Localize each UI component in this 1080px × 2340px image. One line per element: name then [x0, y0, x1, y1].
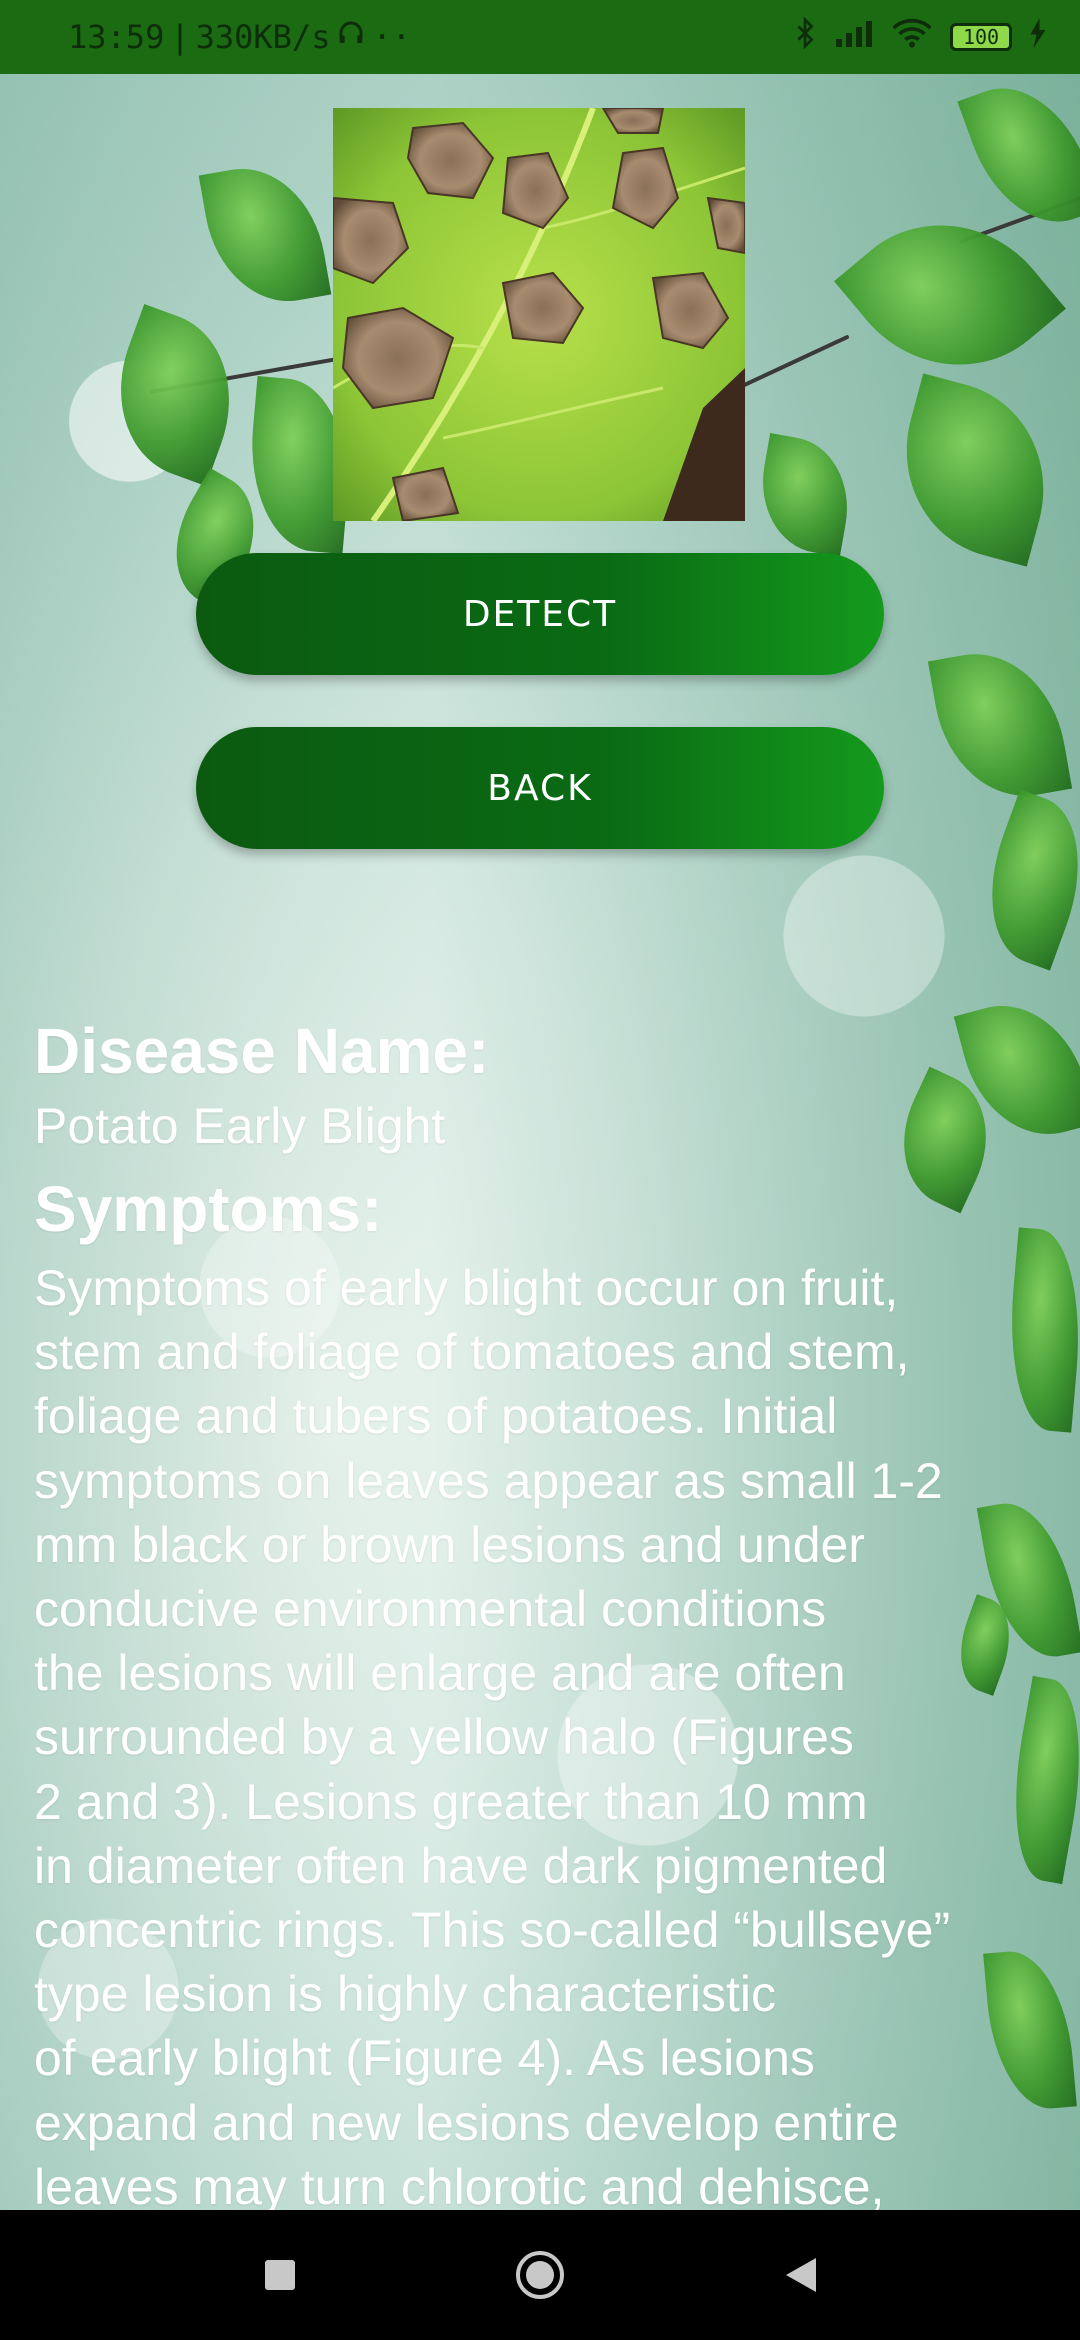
status-left: 13:59 | 330KB/s ··	[68, 18, 411, 56]
status-time: 13:59	[68, 18, 165, 56]
status-right: 100	[794, 16, 1046, 57]
symptoms-heading: Symptoms:	[34, 1173, 383, 1245]
recents-button[interactable]	[250, 2245, 310, 2305]
charging-icon	[1030, 18, 1046, 56]
bluetooth-icon	[794, 16, 816, 57]
triangle-back-icon	[786, 2258, 816, 2292]
detect-button[interactable]: DETECT	[196, 553, 884, 675]
signal-icon	[834, 18, 874, 56]
network-speed: 330KB/s	[195, 18, 331, 56]
symptoms-text: Symptoms of early blight occur on fruit,…	[34, 1260, 951, 2215]
result-panel: Disease Name: Potato Early Blight Sympto…	[34, 1010, 1044, 2219]
status-separator: |	[170, 18, 190, 56]
square-icon	[265, 2260, 295, 2290]
more-dots-icon: ··	[372, 18, 411, 56]
headphones-icon	[336, 18, 366, 56]
back-button[interactable]: BACK	[196, 727, 884, 849]
disease-name-value: Potato Early Blight	[34, 1098, 446, 1154]
status-bar: 13:59 | 330KB/s ·· 100	[0, 0, 1080, 74]
back-nav-button[interactable]	[770, 2245, 830, 2305]
wifi-icon	[892, 18, 932, 56]
navigation-bar	[0, 2210, 1080, 2340]
leaf-photo	[333, 108, 745, 521]
app-screen: 13:59 | 330KB/s ·· 100 DETECT BACK Disea…	[0, 0, 1080, 2340]
disease-name-heading: Disease Name:	[34, 1015, 490, 1087]
circle-icon	[516, 2251, 564, 2299]
home-button[interactable]	[510, 2245, 570, 2305]
battery-icon: 100	[950, 23, 1012, 51]
